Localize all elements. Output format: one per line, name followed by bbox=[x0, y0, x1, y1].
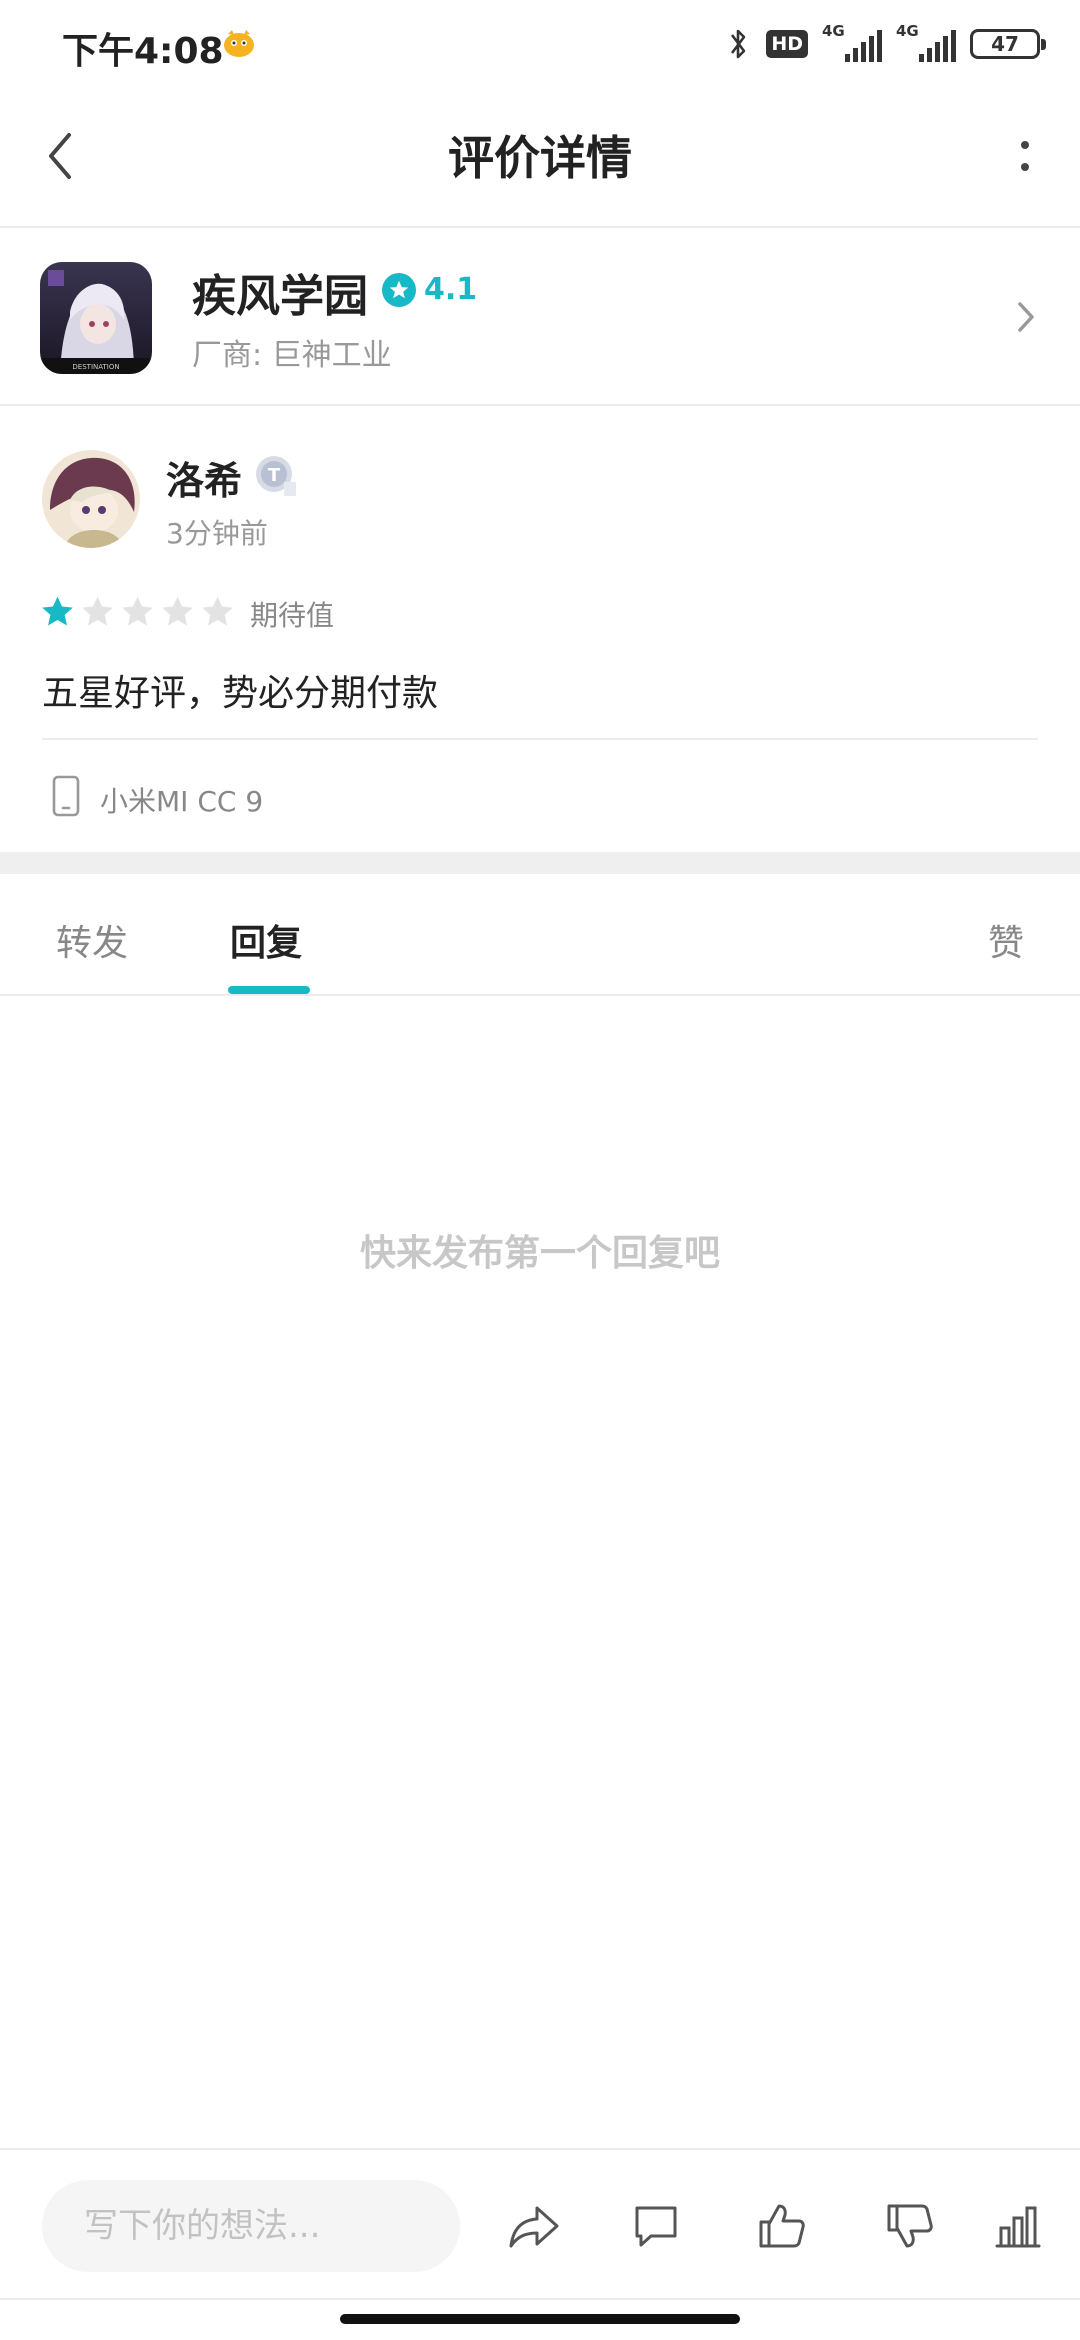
chevron-right-icon bbox=[1018, 302, 1034, 332]
star-empty-icon bbox=[122, 596, 153, 626]
tab-bar: 转发 回复 赞 bbox=[0, 874, 1080, 996]
avatar[interactable] bbox=[42, 450, 140, 548]
signal-sim1-icon: 4G bbox=[822, 22, 882, 64]
device-name: 小米MI CC 9 bbox=[100, 785, 264, 818]
phone-icon bbox=[52, 775, 80, 817]
like-button[interactable] bbox=[752, 2196, 812, 2256]
app-name: 疾风学园 bbox=[192, 271, 368, 322]
page-title: 评价详情 bbox=[448, 131, 632, 185]
bluetooth-icon bbox=[731, 29, 746, 59]
app-info-row[interactable]: DESTINATION 疾风学园 4.1 厂商: 巨神工业 bbox=[0, 230, 1080, 406]
share-button[interactable] bbox=[504, 2196, 564, 2256]
empty-replies-hint: 快来发布第一个回复吧 bbox=[359, 1233, 720, 1274]
app-vendor: 厂商: 巨神工业 bbox=[192, 338, 392, 373]
reviewer-name[interactable]: 洛希 bbox=[166, 450, 242, 505]
more-dot bbox=[1021, 163, 1029, 171]
review-card: 洛希 T 3分钟前 期待值 五星好评，势必分期付款 小米MI CC 9 bbox=[0, 408, 1080, 852]
section-separator bbox=[0, 852, 1080, 874]
star-empty-icon bbox=[82, 596, 113, 626]
battery-icon: 47 bbox=[970, 29, 1046, 59]
hd-badge: HD bbox=[766, 30, 808, 58]
review-time: 3分钟前 bbox=[166, 517, 268, 550]
review-stars bbox=[40, 594, 235, 629]
tab-reply[interactable]: 回复 bbox=[230, 914, 302, 966]
more-options-button[interactable] bbox=[1000, 126, 1050, 186]
status-bar: 下午4:08 HD 4G 4G 47 bbox=[0, 0, 1080, 86]
divider bbox=[42, 738, 1038, 740]
home-indicator[interactable] bbox=[340, 2314, 740, 2324]
star-empty-icon bbox=[202, 596, 233, 626]
rating-star-icon bbox=[382, 272, 416, 307]
badge-letter: T bbox=[268, 465, 281, 486]
app-icon: DESTINATION bbox=[40, 262, 152, 374]
app-rating-value: 4.1 bbox=[424, 272, 478, 307]
notification-app-icon bbox=[224, 30, 254, 57]
comment-input[interactable] bbox=[42, 2180, 460, 2272]
review-content: 五星好评，势必分期付款 bbox=[42, 673, 439, 714]
status-time: 下午4:08 bbox=[62, 31, 224, 72]
star-filled-icon bbox=[42, 596, 73, 626]
sim2-label: 4G bbox=[896, 22, 919, 40]
signal-sim2-icon: 4G bbox=[896, 22, 956, 64]
sim1-label: 4G bbox=[822, 22, 845, 40]
bar-chart-icon bbox=[995, 2206, 1041, 2248]
stats-button[interactable] bbox=[988, 2196, 1048, 2256]
thumbs-up-icon bbox=[759, 2204, 805, 2248]
share-icon bbox=[509, 2206, 559, 2248]
bottom-action-bar bbox=[0, 2148, 1080, 2300]
rating-type-label: 期待值 bbox=[250, 599, 335, 632]
top-app-bar: 评价详情 bbox=[0, 86, 1080, 228]
status-indicators: HD 4G 4G 47 bbox=[724, 22, 1046, 66]
more-dot bbox=[1021, 141, 1029, 149]
app-rating: 4.1 bbox=[382, 272, 477, 307]
comment-button[interactable] bbox=[626, 2196, 686, 2256]
tab-like[interactable]: 赞 bbox=[988, 914, 1024, 966]
review-detail-page: 下午4:08 HD 4G 4G 47 评价详情 DESTINATION 疾风学园… bbox=[0, 0, 1080, 2340]
thumbs-down-icon bbox=[887, 2204, 933, 2248]
star-empty-icon bbox=[162, 596, 193, 626]
user-level-badge: T bbox=[256, 456, 296, 496]
comment-icon bbox=[635, 2206, 677, 2247]
dislike-button[interactable] bbox=[880, 2196, 940, 2256]
active-tab-indicator bbox=[228, 986, 310, 994]
tab-forward[interactable]: 转发 bbox=[56, 914, 128, 966]
app-icon-caption: DESTINATION bbox=[72, 363, 119, 371]
